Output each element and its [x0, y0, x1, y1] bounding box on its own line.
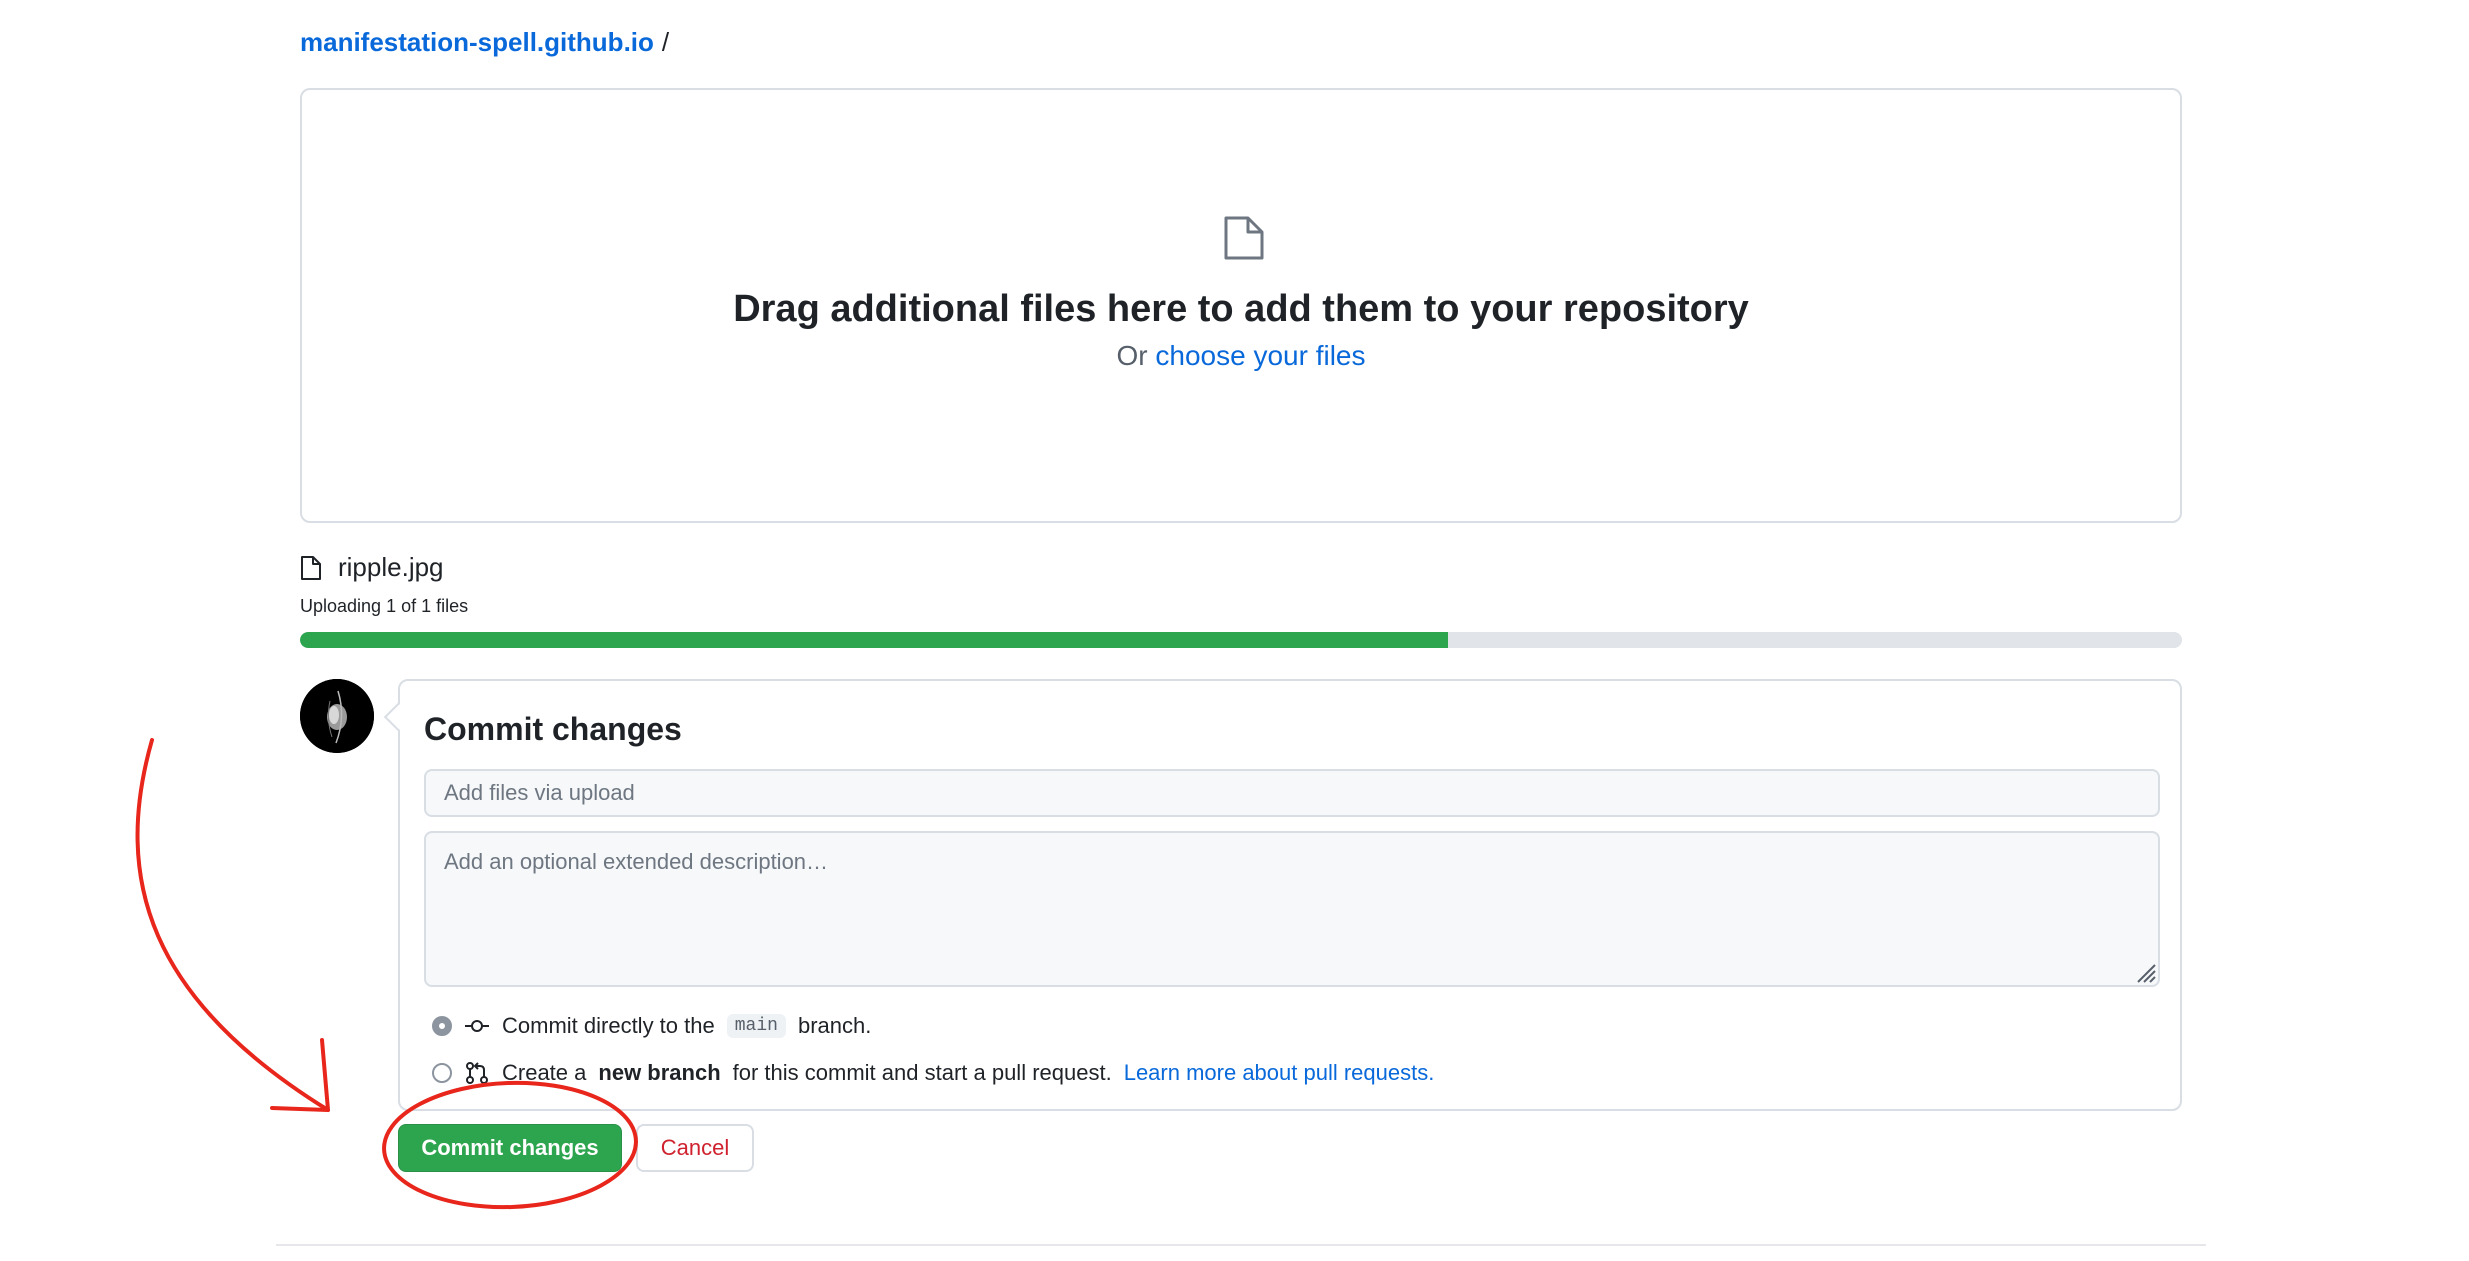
option-new-branch-bold: new branch [598, 1060, 721, 1085]
dropzone-prefix: Or [1116, 340, 1148, 371]
upload-progress-bar [300, 632, 2182, 648]
option-direct-suffix: branch. [797, 1013, 872, 1038]
choose-files-link[interactable]: choose your files [1155, 340, 1365, 371]
commit-description-input[interactable] [424, 831, 2160, 987]
file-dropzone[interactable]: Drag additional files here to add them t… [300, 88, 2182, 523]
dropzone-subtitle: Or choose your files [302, 340, 2180, 372]
commit-form-caret [383, 702, 413, 732]
dropzone-title: Drag additional files here to add them t… [733, 288, 1749, 330]
annotation-arrow-curve [135, 738, 330, 1112]
learn-more-pull-requests-link[interactable]: Learn more about pull requests. [1124, 1060, 1435, 1086]
avatar[interactable] [300, 679, 374, 753]
breadcrumb-separator: / [661, 27, 670, 57]
cancel-button[interactable]: Cancel [636, 1124, 754, 1172]
commit-summary-input[interactable] [424, 769, 2160, 817]
git-pull-request-icon [466, 1062, 488, 1084]
repo-link[interactable]: manifestation-spell.github.io [300, 27, 654, 57]
file-icon [301, 555, 321, 580]
branch-name: main [726, 1014, 786, 1038]
option-direct-prefix: Commit directly to the [502, 1013, 715, 1038]
uploaded-file: ripple.jpg [300, 552, 444, 583]
breadcrumb: manifestation-spell.github.io / [300, 22, 669, 62]
radio-new-branch[interactable] [432, 1063, 452, 1083]
option-new-branch-prefix: Create a [502, 1060, 587, 1085]
git-commit-icon [465, 1020, 489, 1032]
upload-progress-fill [300, 632, 1449, 648]
avatar-image [300, 679, 374, 753]
file-icon [1224, 216, 1264, 260]
commit-form: Commit changes Commit directly to the ma… [383, 679, 2182, 1111]
option-new-branch-suffix: for this commit and start a pull request… [732, 1060, 1112, 1085]
option-new-branch[interactable]: Create a new branch for this commit and … [432, 1060, 1434, 1086]
uploaded-file-name: ripple.jpg [338, 552, 444, 582]
radio-commit-direct[interactable] [432, 1016, 452, 1036]
commit-changes-button[interactable]: Commit changes [398, 1124, 622, 1172]
annotation-arrow-head [270, 1038, 330, 1112]
upload-page: manifestation-spell.github.io / Drag addi… [0, 0, 2469, 1261]
footer-divider [276, 1244, 2206, 1246]
commit-title: Commit changes [424, 711, 682, 747]
upload-status: Uploading 1 of 1 files [300, 596, 469, 616]
option-commit-direct[interactable]: Commit directly to the main branch. [432, 1013, 871, 1039]
resize-grip-icon[interactable] [2134, 961, 2156, 983]
